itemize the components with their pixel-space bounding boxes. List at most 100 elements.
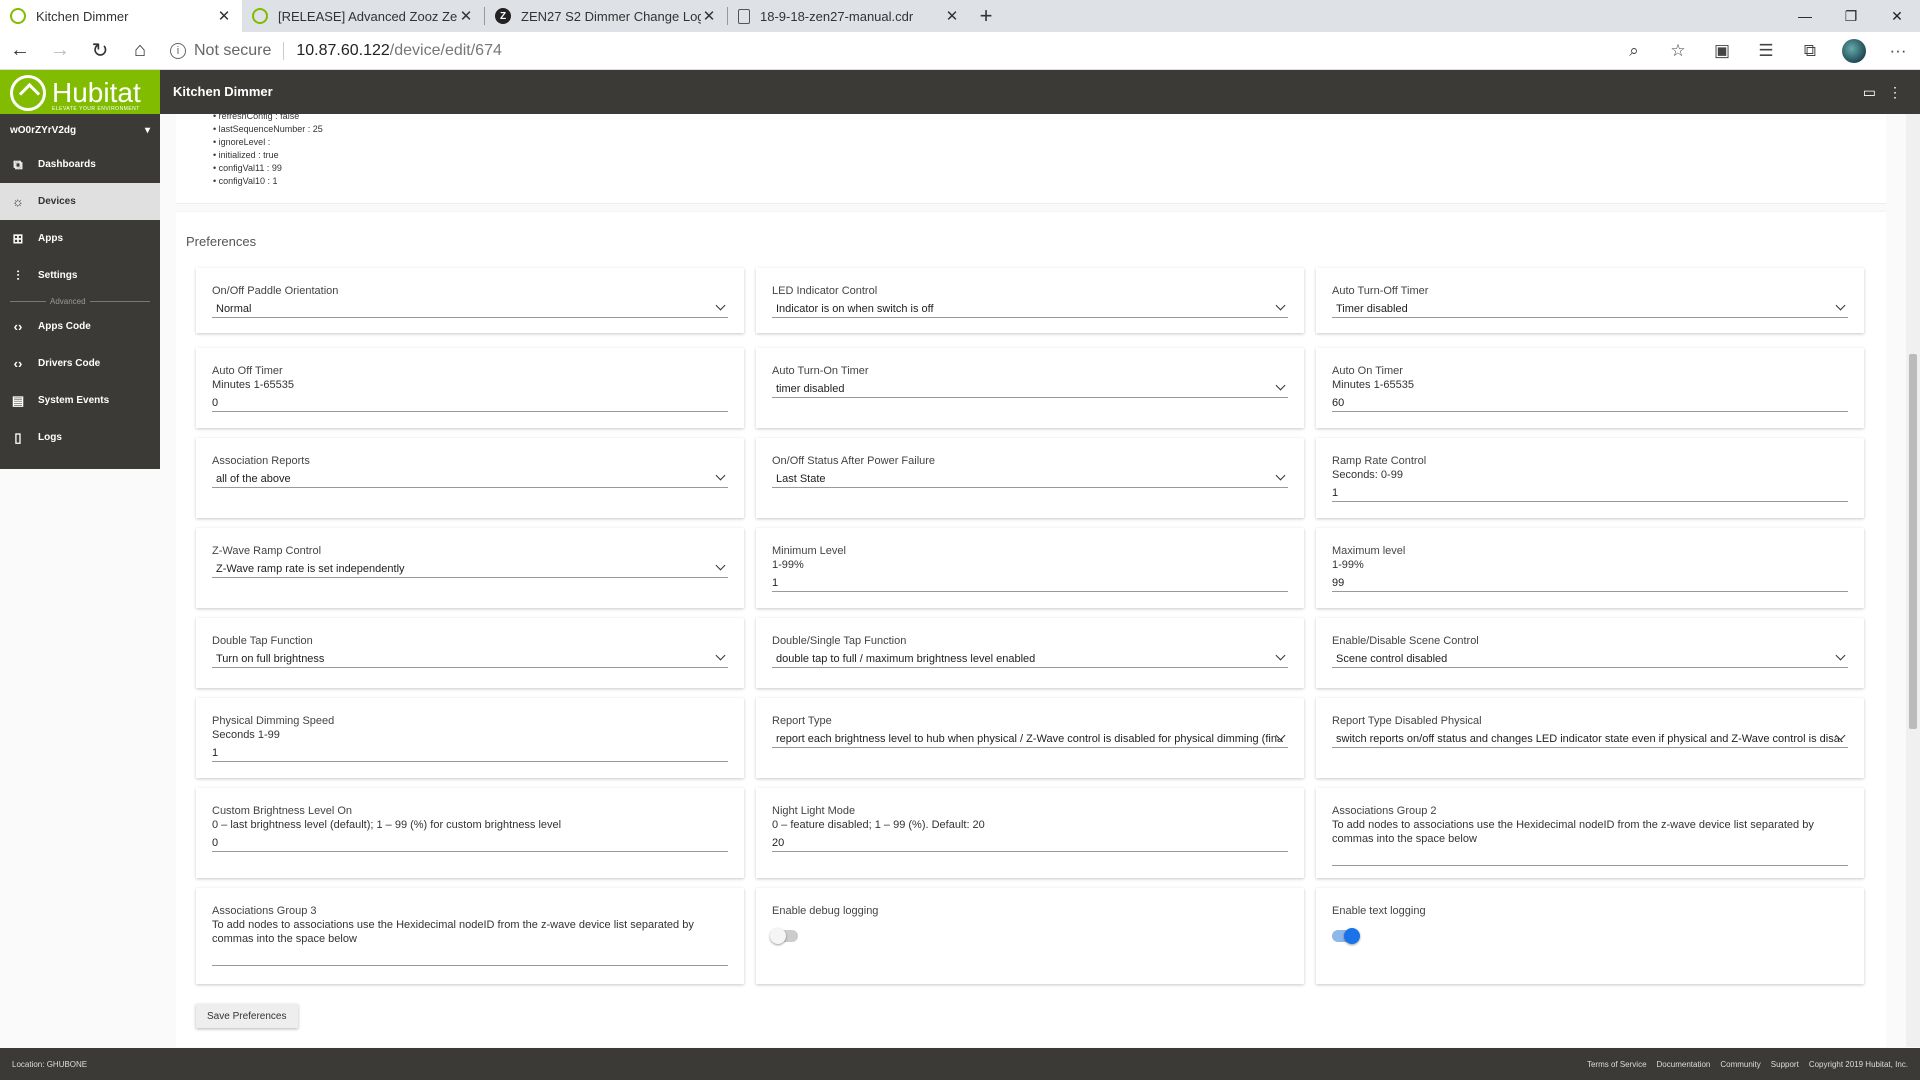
hubitat-favicon-icon [10, 8, 26, 24]
preference-select[interactable]: Timer disabled [1332, 300, 1848, 318]
preference-input[interactable]: 0 [212, 394, 728, 412]
forward-icon[interactable]: → [40, 32, 80, 70]
preference-label: Z-Wave Ramp Control [212, 545, 322, 557]
footer-link[interactable]: Documentation [1657, 1060, 1711, 1069]
favorites-list-icon[interactable]: ☰ [1744, 41, 1788, 61]
preference-label: Associations Group 2 [1332, 805, 1437, 817]
url-field[interactable]: i Not secure 10.87.60.122 /device/edit/6… [170, 36, 502, 66]
more-menu-icon[interactable]: ··· [1876, 41, 1920, 61]
back-icon[interactable]: ← [0, 32, 40, 70]
profile-avatar[interactable] [1842, 39, 1866, 63]
preference-description: Minutes 1-65535 [1332, 379, 1414, 391]
preference-select[interactable]: Z-Wave ramp rate is set independently [212, 560, 728, 578]
preference-toggle[interactable] [1332, 928, 1360, 944]
chevron-down-icon [715, 560, 726, 571]
preference-select[interactable]: timer disabled [772, 380, 1288, 398]
preference-input[interactable] [1332, 848, 1848, 866]
preference-toggle[interactable] [770, 928, 798, 944]
favorite-star-icon[interactable]: ☆ [1656, 41, 1700, 61]
preference-input[interactable]: 0 [212, 834, 728, 852]
chat-icon[interactable]: ▭ [1863, 84, 1876, 101]
preference-select[interactable]: double tap to full / maximum brightness … [772, 650, 1288, 668]
preference-input[interactable] [212, 948, 728, 966]
page-title: Kitchen Dimmer [173, 84, 273, 99]
select-value: Z-Wave ramp rate is set independently [216, 562, 405, 575]
settings-icon: ⫶ [16, 267, 20, 283]
browser-tab[interactable]: Kitchen Dimmer ✕ [0, 0, 242, 32]
select-value: Normal [216, 302, 252, 315]
sidebar-item-drivers-code[interactable]: ‹› Drivers Code [0, 345, 160, 382]
preference-select[interactable]: Last State [772, 470, 1288, 488]
url-host: 10.87.60.122 [296, 41, 390, 59]
browser-tab[interactable]: [RELEASE] Advanced Zooz Zen27 ✕ [242, 0, 484, 32]
preference-label: Enable/Disable Scene Control [1332, 635, 1479, 647]
info-icon[interactable]: i [170, 42, 186, 59]
kebab-menu-icon[interactable]: ⋮ [1888, 84, 1902, 101]
preference-select[interactable]: all of the above [212, 470, 728, 488]
preference-select[interactable]: report each brightness level to hub when… [772, 730, 1288, 748]
toggle-knob [1344, 928, 1360, 944]
preference-input[interactable]: 1 [1332, 484, 1848, 502]
chevron-down-icon [1835, 650, 1846, 661]
state-variable: configVal10 : 1 [213, 175, 323, 188]
state-variables-card: refreshConfig : false lastSequenceNumber… [176, 114, 1886, 204]
browser-tab[interactable]: 18-9-18-zen27-manual.cdr ✕ [728, 0, 970, 32]
sidebar-item-dashboards[interactable]: ⧉ Dashboards [0, 146, 160, 183]
close-tab-icon[interactable]: ✕ [216, 7, 232, 25]
sidebar-item-devices[interactable]: ☼ Devices [0, 183, 160, 220]
close-tab-icon[interactable]: ✕ [458, 7, 474, 25]
preference-field: Auto Off Timer Minutes 1-65535 0 [196, 348, 744, 428]
save-preferences-button[interactable]: Save Preferences [196, 1004, 298, 1028]
sidebar-item-system-events[interactable]: ▤ System Events [0, 382, 160, 419]
collections-icon[interactable]: ⧉ [1788, 41, 1832, 61]
zoom-icon[interactable]: ⌕ [1612, 41, 1656, 61]
preference-input[interactable]: 60 [1332, 394, 1848, 412]
preference-select[interactable]: Indicator is on when switch is off [772, 300, 1288, 318]
minimize-icon[interactable]: — [1782, 0, 1828, 32]
new-tab-icon[interactable]: + [970, 0, 1002, 32]
footer-link[interactable]: Support [1771, 1060, 1799, 1069]
close-tab-icon[interactable]: ✕ [944, 7, 960, 25]
address-bar: ← → ↻ ⌂ i Not secure 10.87.60.122 /devic… [0, 32, 1920, 70]
scrollbar-thumb[interactable] [1909, 354, 1917, 729]
preference-field: Associations Group 2 To add nodes to asso… [1316, 788, 1864, 878]
preference-field: Auto Turn-Off Timer Timer disabled [1316, 268, 1864, 333]
select-value: Turn on full brightness [216, 652, 325, 665]
preference-input[interactable]: 1 [772, 574, 1288, 592]
chevron-down-icon [715, 470, 726, 481]
refresh-icon[interactable]: ↻ [80, 32, 120, 70]
sidebar-item-label: Apps [38, 233, 63, 244]
sidebar-item-logs[interactable]: ▯ Logs [0, 419, 160, 456]
restore-icon[interactable]: ❐ [1828, 0, 1874, 32]
sidebar-item-settings[interactable]: ⫶ Settings [0, 257, 160, 294]
tab-title: ZEN27 S2 Dimmer Change Log - [521, 8, 701, 24]
brand-tagline: ELEVATE YOUR ENVIRONMENT [52, 106, 140, 112]
extension-icon[interactable]: ▣ [1700, 41, 1744, 61]
hubitat-logo[interactable]: Hubitat ELEVATE YOUR ENVIRONMENT [0, 70, 160, 116]
preference-field: Night Light Mode 0 – feature disabled; 1 … [756, 788, 1304, 878]
footer-link[interactable]: Community [1720, 1060, 1760, 1069]
close-tab-icon[interactable]: ✕ [701, 7, 717, 25]
preference-label: On/Off Status After Power Failure [772, 455, 936, 467]
sidebar-item-apps-code[interactable]: ‹› Apps Code [0, 308, 160, 345]
preference-select[interactable]: Normal [212, 300, 728, 318]
preferences-heading: Preferences [186, 234, 257, 249]
preference-select[interactable]: switch reports on/off status and changes… [1332, 730, 1848, 748]
preference-input[interactable]: 20 [772, 834, 1288, 852]
preference-select[interactable]: Scene control disabled [1332, 650, 1848, 668]
home-icon[interactable]: ⌂ [120, 32, 160, 70]
preference-select[interactable]: Turn on full brightness [212, 650, 728, 668]
preference-input[interactable]: 1 [212, 744, 728, 762]
preference-field: Associations Group 3 To add nodes to asso… [196, 888, 744, 984]
page-scrollbar[interactable] [1906, 114, 1920, 1047]
app-header: Hubitat ELEVATE YOUR ENVIRONMENT Kitchen… [0, 70, 1920, 116]
sidebar-item-apps[interactable]: ⊞ Apps [0, 220, 160, 257]
footer-link[interactable]: Terms of Service [1587, 1060, 1647, 1069]
select-value: all of the above [216, 472, 291, 485]
hub-selector[interactable]: wO0rZYrV2dg ▾ [0, 114, 160, 146]
brand-name: Hubitat [52, 77, 141, 108]
preference-field: Enable debug logging [756, 888, 1304, 984]
preference-input[interactable]: 99 [1332, 574, 1848, 592]
browser-tab[interactable]: Z ZEN27 S2 Dimmer Change Log - ✕ [485, 0, 727, 32]
close-window-icon[interactable]: ✕ [1874, 0, 1920, 32]
